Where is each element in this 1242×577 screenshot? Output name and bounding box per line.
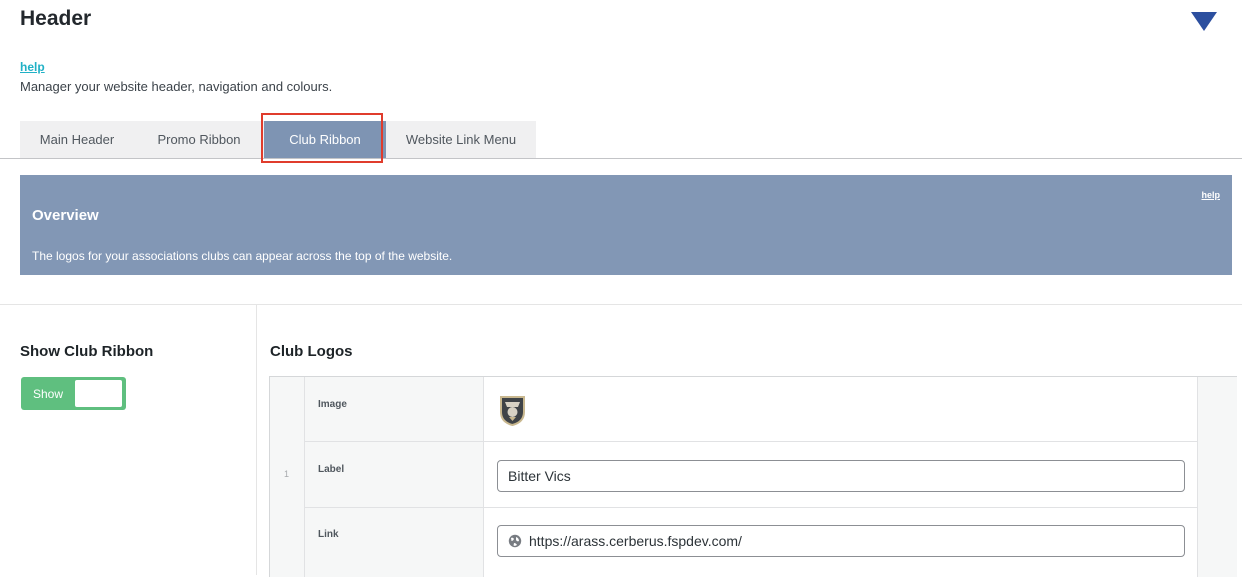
overview-help-link[interactable]: help (1201, 190, 1220, 200)
overview-panel: Overview The logos for your associations… (20, 175, 1232, 275)
show-club-ribbon-heading: Show Club Ribbon (20, 343, 154, 360)
page-title: Header (20, 7, 92, 30)
tab-main-header[interactable]: Main Header (20, 121, 134, 158)
overview-description: The logos for your associations clubs ca… (32, 249, 453, 263)
link-field-label: Link (318, 529, 339, 540)
link-value: https://arass.cerberus.fspdev.com/ (529, 533, 742, 549)
overview-title: Overview (32, 207, 99, 224)
section-divider (0, 304, 1242, 305)
show-club-ribbon-toggle[interactable]: Show (21, 377, 126, 410)
club-logo-image[interactable] (497, 393, 528, 427)
page-subtitle: Manager your website header, navigation … (20, 79, 333, 94)
tab-promo-ribbon[interactable]: Promo Ribbon (134, 121, 264, 158)
globe-icon (508, 534, 522, 548)
tab-website-link-menu[interactable]: Website Link Menu (386, 121, 536, 158)
row-number: 1 (284, 469, 290, 479)
toggle-knob[interactable] (75, 380, 122, 407)
chevron-down-icon[interactable] (1191, 12, 1217, 31)
link-input[interactable]: https://arass.cerberus.fspdev.com/ (497, 525, 1185, 557)
club-logos-heading: Club Logos (270, 343, 353, 360)
label-field-label: Label (318, 464, 345, 475)
row-drag-handle[interactable]: 1 (270, 377, 305, 577)
row-actions[interactable] (1197, 377, 1237, 577)
club-logos-repeater: 1 Image Label Bitter Vics Link https://a… (269, 376, 1237, 577)
help-link[interactable]: help (20, 60, 45, 74)
tab-club-ribbon[interactable]: Club Ribbon (264, 121, 386, 158)
label-input[interactable]: Bitter Vics (497, 460, 1185, 492)
toggle-label: Show (33, 387, 64, 401)
image-field-label: Image (318, 399, 347, 410)
tab-bar: Main Header Promo Ribbon Club Ribbon Web… (20, 121, 536, 159)
column-divider (256, 304, 257, 575)
row-separator (305, 507, 1197, 508)
row-separator (305, 441, 1197, 442)
